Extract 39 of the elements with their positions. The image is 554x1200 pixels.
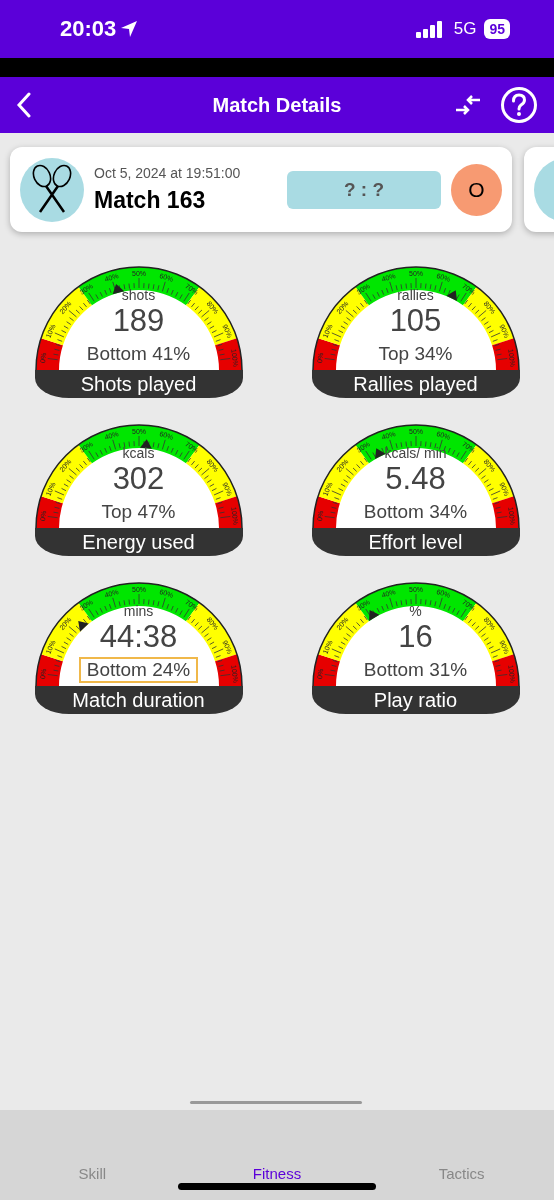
percentile-label: Bottom 34% bbox=[362, 500, 469, 524]
percentile-label: Top 34% bbox=[377, 342, 454, 366]
gauge-title: Play ratio bbox=[311, 686, 520, 714]
match-date: Oct 5, 2024 at 19:51:00 bbox=[94, 165, 242, 181]
tab[interactable]: Fitness bbox=[184, 1110, 370, 1200]
percentile-label: Bottom 31% bbox=[362, 658, 469, 682]
back-button[interactable] bbox=[16, 92, 32, 118]
percentile-label: Top 47% bbox=[100, 500, 177, 524]
swap-arrows-button[interactable] bbox=[454, 95, 482, 115]
unit-label: mins bbox=[123, 603, 154, 619]
help-button[interactable] bbox=[500, 86, 538, 124]
gauge-value: 302 bbox=[112, 461, 165, 497]
screen-title: Match Details bbox=[211, 93, 343, 117]
unit-label: rallies bbox=[397, 287, 434, 303]
gauge-title: Rallies played bbox=[311, 370, 520, 398]
match-title: Match 163 bbox=[94, 187, 207, 214]
unit-label: shots bbox=[121, 287, 156, 303]
percentile-label: Bottom 41% bbox=[85, 342, 192, 366]
score-badge: ? : ? bbox=[287, 170, 441, 209]
gauge-value: 189 bbox=[112, 303, 165, 339]
gauge-title: Effort level bbox=[311, 528, 520, 556]
battery-level: 95 bbox=[484, 19, 510, 39]
gauge-value: 44:38 bbox=[99, 619, 178, 655]
opponent-avatar: O bbox=[450, 163, 502, 216]
network-label: 5G bbox=[453, 19, 477, 39]
match-card[interactable]: Oct 5, 2024 at 19:51:00 Match 163 ? : ? O bbox=[10, 147, 512, 232]
location-icon bbox=[120, 20, 139, 38]
unit-label: kcals/ min bbox=[384, 445, 447, 461]
percentile-box: Bottom 24% bbox=[78, 657, 199, 683]
unit-label: kcals bbox=[122, 445, 155, 461]
status-time: 20:03 bbox=[60, 16, 117, 42]
signal-icon bbox=[415, 20, 444, 38]
gauge-value: 5.48 bbox=[385, 461, 446, 497]
gauge-title: Energy used bbox=[34, 528, 243, 556]
gauge-value: 16 bbox=[398, 619, 433, 655]
gauge-value: 105 bbox=[389, 303, 442, 339]
gauge-title: Match duration bbox=[34, 686, 243, 714]
unit-label: % bbox=[409, 603, 422, 619]
gauge-title: Shots played bbox=[34, 370, 243, 398]
